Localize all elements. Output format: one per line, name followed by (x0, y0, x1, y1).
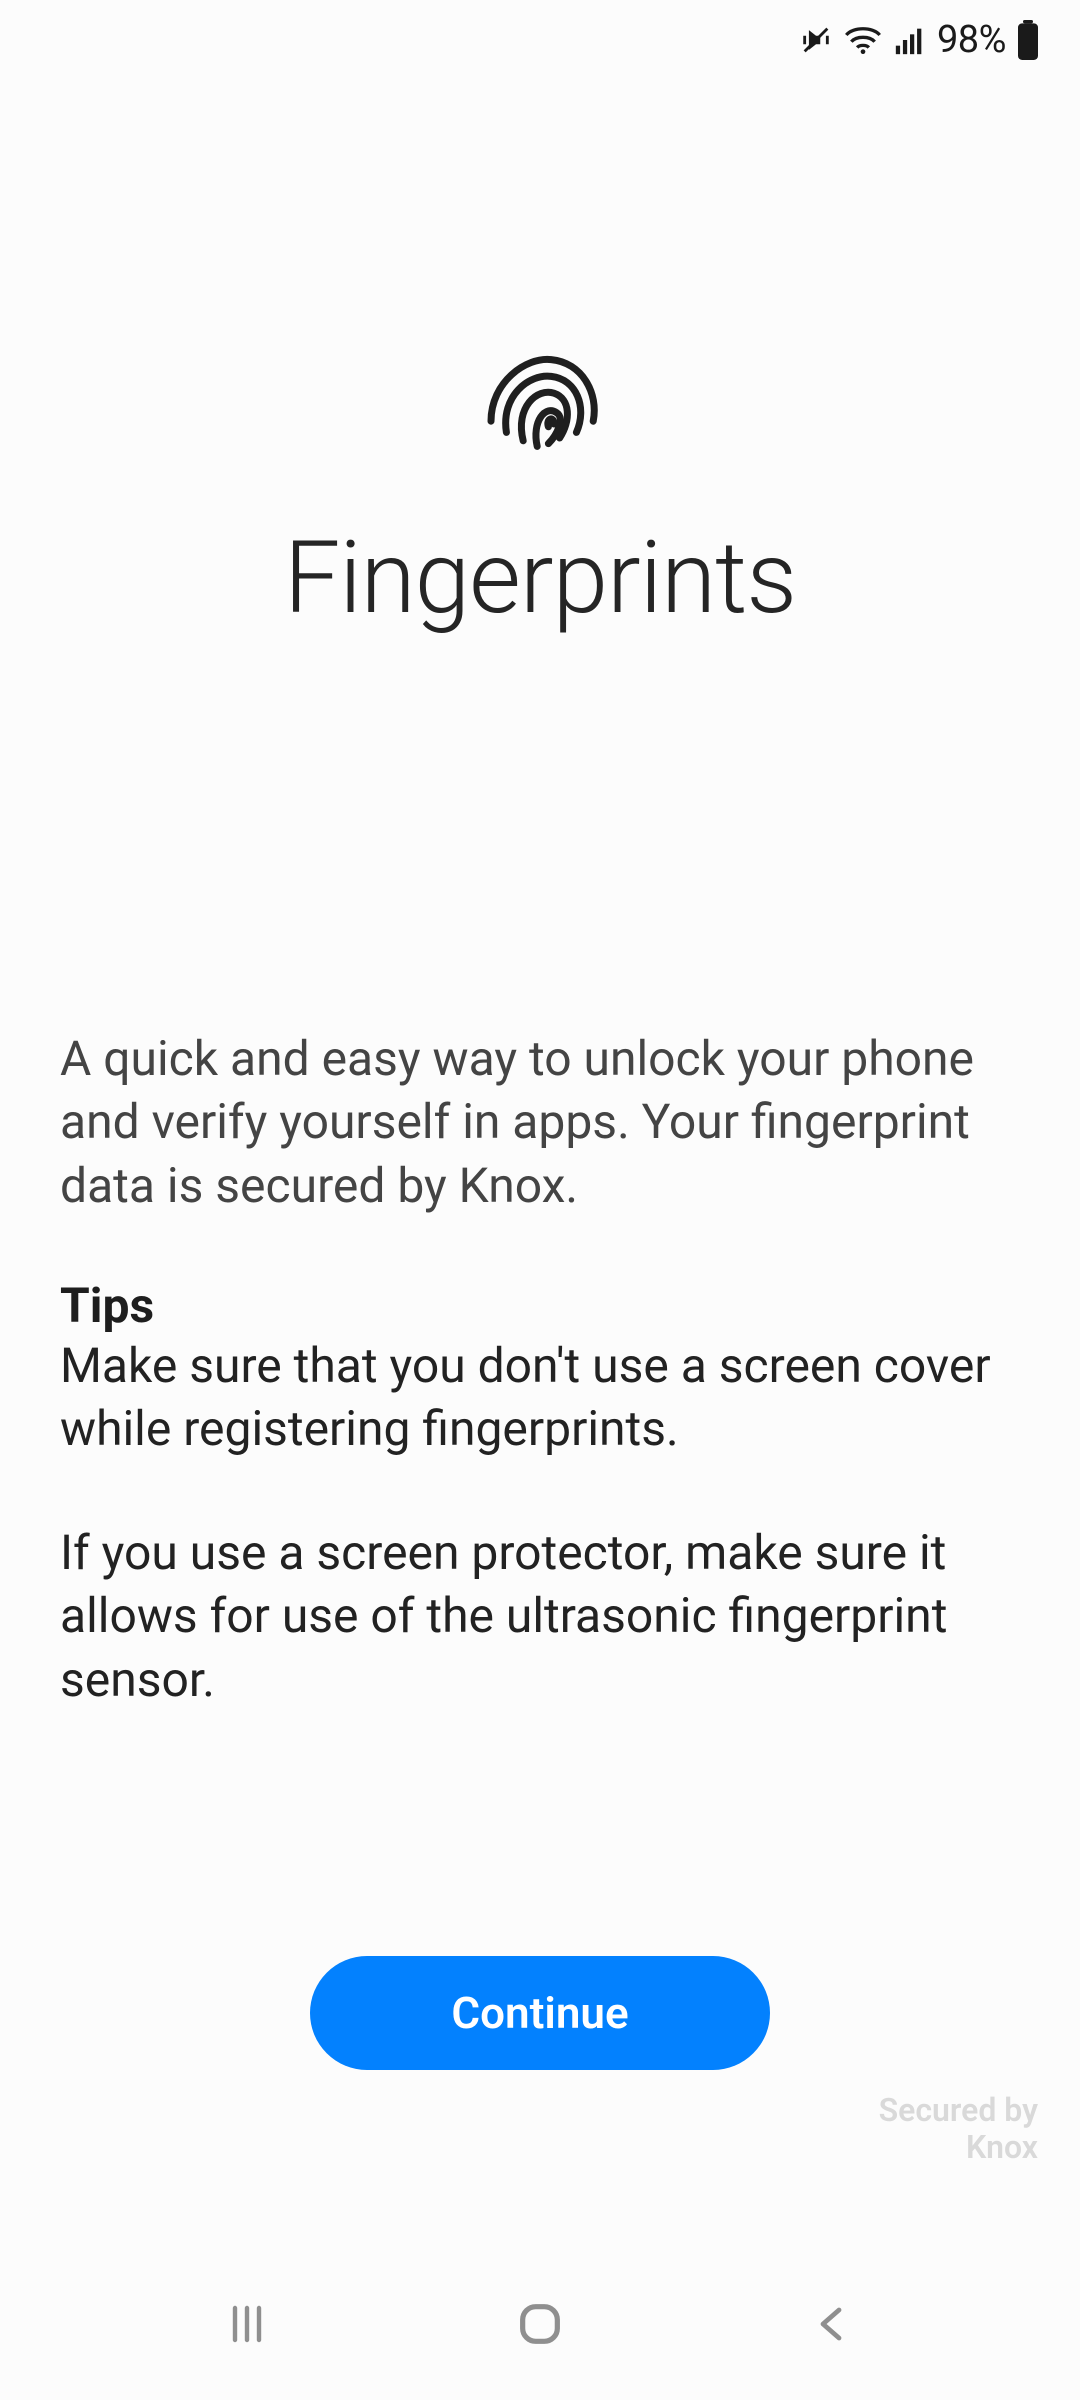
status-icons: 98% (799, 18, 1040, 62)
fingerprint-icon (470, 340, 610, 480)
battery-percent: 98% (937, 18, 1006, 62)
intro-text: A quick and easy way to unlock your phon… (60, 1027, 1020, 1217)
wifi-icon (843, 23, 883, 57)
back-button[interactable] (773, 2285, 893, 2365)
back-icon (809, 2300, 857, 2351)
continue-button[interactable]: Continue (310, 1956, 770, 2070)
recents-icon (223, 2300, 271, 2351)
tips-heading: Tips (60, 1277, 1020, 1334)
secured-line2: Knox (879, 2129, 1038, 2166)
tip-1: Make sure that you don't use a screen co… (60, 1334, 1020, 1461)
page-title: Fingerprints (284, 520, 796, 637)
battery-icon (1016, 20, 1040, 60)
status-bar: 98% (0, 0, 1080, 80)
action-bar: Continue (0, 1956, 1080, 2070)
recents-button[interactable] (187, 2285, 307, 2365)
secured-by-knox: Secured by Knox (879, 2092, 1038, 2166)
tip-2: If you use a screen protector, make sure… (60, 1521, 1020, 1711)
cellular-signal-icon (893, 23, 927, 57)
hero-section: Fingerprints (0, 340, 1080, 637)
mute-vibrate-icon (799, 23, 833, 57)
home-button[interactable] (480, 2285, 600, 2365)
body-content: A quick and easy way to unlock your phon… (0, 1027, 1080, 1711)
home-icon (514, 2298, 566, 2353)
secured-line1: Secured by (879, 2092, 1038, 2129)
navigation-bar (0, 2250, 1080, 2400)
